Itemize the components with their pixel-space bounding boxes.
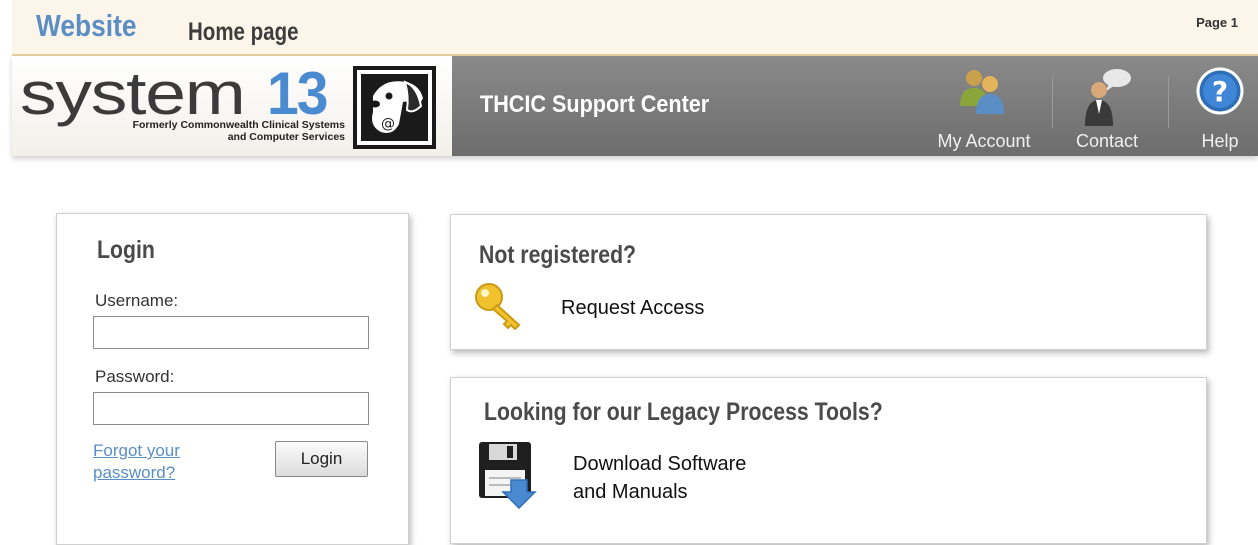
forgot-password-line1: Forgot your — [93, 441, 180, 460]
login-title: Login — [97, 236, 155, 264]
floppy-download-icon — [479, 442, 537, 510]
nav-contact-label: Contact — [1075, 131, 1139, 151]
download-software-link[interactable]: Download Software and Manuals — [573, 450, 746, 506]
nav-contact[interactable]: Contact — [1058, 56, 1156, 156]
login-panel: Login Username: Password: Forgot your pa… — [56, 213, 409, 545]
legacy-tools-panel: Looking for our Legacy Process Tools? Do… — [450, 377, 1207, 544]
page-number: Page 1 — [1196, 15, 1238, 30]
website-label[interactable]: Website — [36, 8, 137, 44]
download-software-line2: and Manuals — [573, 481, 688, 503]
password-label: Password: — [95, 367, 175, 386]
forgot-password-line2: password? — [93, 463, 176, 482]
logo-tagline-line2: and Computer Services — [227, 131, 345, 143]
download-software-line1: Download Software — [573, 453, 747, 475]
password-input[interactable] — [93, 392, 369, 425]
forgot-password-link[interactable]: Forgot your password? — [93, 440, 180, 484]
username-label: Username: — [95, 291, 179, 310]
register-panel: Not registered? Request Access — [450, 214, 1207, 350]
nav-divider — [1052, 76, 1053, 128]
logo-wordmark: system — [20, 60, 246, 127]
nav-my-account-label: My Account — [937, 131, 1031, 151]
nav-help-label: Help — [1201, 131, 1239, 151]
logo-tagline-line1: Formerly Commonwealth Clinical Systems — [132, 119, 345, 131]
people-icon — [960, 70, 1004, 114]
logo-tagline: Formerly Commonwealth Clinical Systems a… — [92, 119, 345, 143]
header-dark-band: THCIC Support Center My Account Contact — [452, 56, 1258, 156]
contact-person-icon — [1085, 69, 1131, 126]
system13-logo[interactable]: system 13 Formerly Commonwealth Clinical… — [12, 56, 452, 156]
dog-logo-icon: @ — [353, 66, 436, 149]
svg-text:?: ? — [1212, 75, 1228, 108]
nav-help[interactable]: ? Help — [1182, 56, 1258, 156]
legacy-title: Looking for our Legacy Process Tools? — [484, 398, 883, 426]
request-access-link[interactable]: Request Access — [561, 294, 704, 322]
nav-divider — [1168, 76, 1169, 128]
help-icon: ? — [1196, 67, 1244, 115]
nav-my-account[interactable]: My Account — [928, 56, 1040, 156]
logo-number: 13 — [267, 60, 329, 127]
register-title: Not registered? — [479, 241, 637, 269]
username-input[interactable] — [93, 316, 369, 349]
login-button[interactable]: Login — [275, 441, 368, 477]
svg-text:@: @ — [381, 116, 395, 132]
site-title: THCIC Support Center — [480, 91, 710, 118]
site-header: system 13 Formerly Commonwealth Clinical… — [12, 56, 1258, 156]
key-icon — [475, 283, 521, 331]
top-bar: Website Home page Page 1 — [12, 0, 1258, 56]
home-page-label: Home page — [188, 18, 299, 46]
